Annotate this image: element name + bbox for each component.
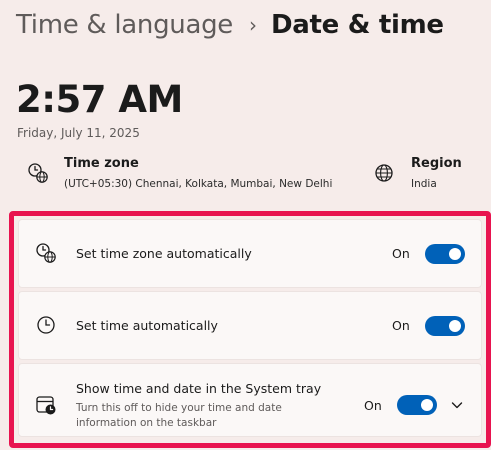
timezone-title: Time zone [64, 156, 139, 171]
setting-label: Set time automatically [76, 318, 218, 333]
toggle-knob [449, 320, 461, 332]
setting-label: Show time and date in the System tray [76, 381, 322, 396]
breadcrumb: Time & language › Date & time [16, 10, 444, 40]
toggle-knob [421, 399, 433, 411]
current-date: Friday, July 11, 2025 [17, 126, 140, 140]
breadcrumb-separator: › [248, 13, 257, 37]
setting-sublabel: Turn this off to hide your time and date… [76, 402, 282, 429]
setting-card-time-auto[interactable]: Set time automatically On [18, 291, 482, 360]
globe-icon [375, 164, 393, 182]
time-auto-toggle[interactable] [425, 316, 465, 336]
timezone-auto-toggle[interactable] [425, 244, 465, 264]
page-title: Date & time [270, 10, 444, 40]
setting-card-system-tray[interactable]: Show time and date in the System tray Tu… [18, 363, 482, 437]
chevron-down-icon[interactable] [450, 398, 464, 412]
system-tray-toggle[interactable] [397, 395, 437, 415]
setting-card-timezone-auto[interactable]: Set time zone automatically On [18, 219, 482, 288]
calendar-clock-icon [36, 396, 56, 415]
toggle-knob [449, 248, 461, 260]
toggle-state-text: On [364, 398, 382, 413]
region-value: India [411, 178, 437, 190]
breadcrumb-parent[interactable]: Time & language [16, 10, 233, 40]
clock-icon [37, 316, 55, 334]
region-title: Region [411, 156, 462, 171]
setting-label: Set time zone automatically [76, 246, 252, 261]
clock-globe-icon [36, 243, 56, 263]
timezone-value: (UTC+05:30) Chennai, Kolkata, Mumbai, Ne… [64, 178, 333, 190]
toggle-state-text: On [392, 318, 410, 333]
toggle-state-text: On [392, 246, 410, 261]
clock-globe-icon [28, 163, 48, 183]
current-time: 2:57 AM [16, 78, 183, 121]
